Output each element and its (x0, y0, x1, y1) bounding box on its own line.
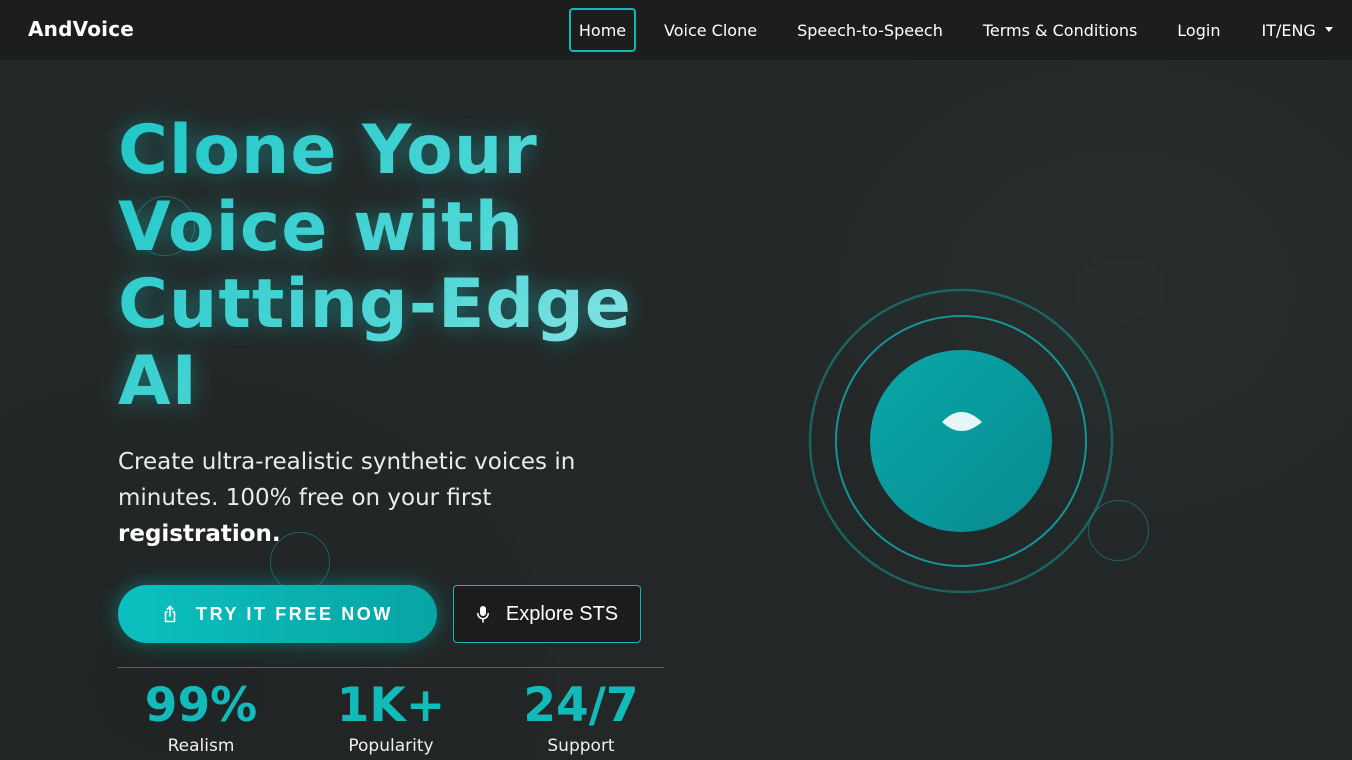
hero-section: Clone Your Voice with Cutting-Edge AI Cr… (0, 60, 1352, 760)
nav-item-voice-clone[interactable]: Voice Clone (654, 8, 767, 52)
hero-title: Clone Your Voice with Cutting-Edge AI (118, 112, 678, 420)
voice-orb (870, 350, 1052, 532)
nav-links: Home Voice Clone Speech-to-Speech Terms … (569, 8, 1343, 52)
nav-item-home[interactable]: Home (569, 8, 636, 52)
stat-label: Popularity (348, 736, 434, 756)
navbar: AndVoice Home Voice Clone Speech-to-Spee… (0, 0, 1352, 60)
stat-label: Support (547, 736, 615, 756)
explore-sts-button-label: Explore STS (505, 602, 619, 625)
language-dropdown-label: IT/ENG (1261, 20, 1316, 40)
voice-visual (808, 288, 1114, 594)
language-dropdown[interactable]: IT/ENG (1251, 8, 1342, 52)
nav-item-speech-to-speech[interactable]: Speech-to-Speech (787, 8, 953, 52)
stat-value: 1K+ (336, 678, 446, 733)
nav-item-login[interactable]: Login (1167, 8, 1230, 52)
nav-item-terms[interactable]: Terms & Conditions (973, 8, 1147, 52)
hero-subtitle: Create ultra-realistic synthetic voices … (118, 444, 638, 552)
try-free-button-label: TRY IT FREE NOW (195, 603, 393, 624)
stat-value: 99% (144, 678, 258, 733)
caret-down-icon (1324, 26, 1333, 32)
hero-title-line: Cutting-Edge (118, 265, 632, 344)
stat-popularity: 1K+ Popularity (301, 678, 481, 758)
stat-label: Realism (167, 736, 235, 756)
hero-title-line: Clone Your (118, 111, 538, 190)
try-free-button[interactable]: TRY IT FREE NOW (118, 585, 437, 643)
microphone-icon (476, 605, 490, 623)
share-icon (162, 605, 178, 623)
stats-divider (118, 667, 664, 668)
hero-subtitle-emphasis: registration. (118, 521, 281, 547)
hero-title-line: AI (118, 342, 198, 421)
explore-sts-button[interactable]: Explore STS (453, 585, 641, 643)
brand-logo[interactable]: AndVoice (28, 17, 134, 41)
stat-value: 24/7 (523, 678, 639, 733)
hero-subtitle-text: Create ultra-realistic synthetic voices … (118, 449, 576, 511)
stat-realism: 99% Realism (111, 678, 291, 758)
hero-title-line: Voice with (118, 188, 525, 267)
stat-support: 24/7 Support (491, 678, 671, 758)
